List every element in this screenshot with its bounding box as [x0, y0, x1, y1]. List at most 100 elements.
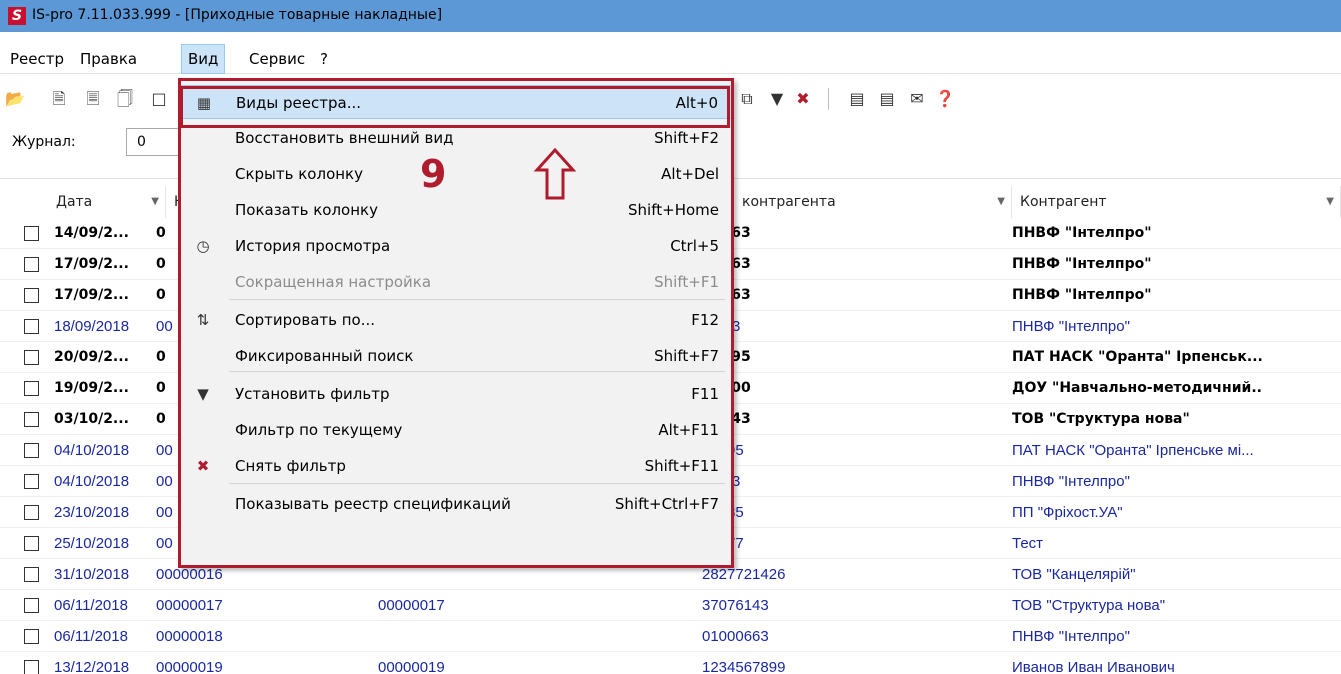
window-title: IS-pro 7.11.033.999 - [Приходные товарны…: [32, 7, 443, 23]
cell-contractor: Тест: [1012, 535, 1044, 552]
cell-date: 25/10/2018: [54, 535, 130, 552]
col-contractor[interactable]: Контрагент ▼: [1012, 186, 1341, 218]
cell-contractor-code: )0663: [696, 466, 1012, 497]
cell-contractor: ПНВФ "Інтелпро": [1012, 318, 1130, 335]
cell-date: 06/11/2018: [54, 628, 128, 645]
toolbar-separator: [828, 88, 829, 110]
mail-icon[interactable]: ✉: [906, 88, 928, 110]
row-checkbox[interactable]: [24, 350, 39, 365]
annotation-menu-frame: [178, 78, 734, 568]
doc-icon[interactable]: □: [148, 88, 170, 110]
journal-field[interactable]: 0: [126, 128, 186, 156]
cell-date: 03/10/2...: [54, 411, 129, 427]
row-checkbox[interactable]: [24, 598, 39, 613]
cell-contractor: ПП "Фріхост.УА": [1012, 504, 1123, 521]
row-checkbox[interactable]: [24, 257, 39, 272]
row-checkbox[interactable]: [24, 567, 39, 582]
chart-icon[interactable]: ▤: [846, 88, 868, 110]
menu-service[interactable]: Сервис: [243, 44, 311, 74]
row-checkbox[interactable]: [24, 381, 39, 396]
view-icon[interactable]: ⧉: [736, 88, 758, 110]
row-checkbox[interactable]: [24, 629, 39, 644]
cell-contractor-code: 00663: [696, 280, 1012, 311]
cell-contractor: ТОВ "Структура нова": [1012, 597, 1166, 614]
row-checkbox[interactable]: [24, 474, 39, 489]
cell-date: 31/10/2018: [54, 566, 130, 583]
edit-doc-icon[interactable]: 🗍: [114, 88, 136, 110]
copy-doc-icon[interactable]: 🗏: [82, 88, 104, 110]
cell-contractor: ДОУ "Навчально-методичний..: [1012, 380, 1262, 396]
cell-contractor-code: 00663: [696, 249, 1012, 280]
cell-number: 00000018: [156, 628, 223, 645]
menu-registry[interactable]: Реестр: [4, 44, 70, 74]
cell-contractor: ПАТ НАСК "Оранта" Ірпенськ...: [1012, 349, 1263, 365]
cell-date: 18/09/2018: [54, 318, 130, 335]
remove-filter-icon[interactable]: ✖: [792, 88, 814, 110]
menu-edit[interactable]: Правка: [74, 44, 143, 74]
col-date-label: Дата: [56, 194, 93, 210]
cell-contractor: ПАТ НАСК "Оранта" Ірпенське мі...: [1012, 442, 1254, 459]
cell-date: 04/10/2018: [54, 442, 130, 459]
cell-contractor: Иванов Иван Иванович: [1012, 659, 1175, 674]
cell-date: 19/09/2...: [54, 380, 129, 396]
cell-contractor: ПНВФ "Інтелпро": [1012, 473, 1130, 490]
cell-number: 00000017: [156, 597, 223, 614]
form-icon[interactable]: ▤: [876, 88, 898, 110]
cell-document: [372, 621, 692, 652]
cell-date: 17/09/2...: [54, 287, 129, 303]
cell-contractor: ПНВФ "Інтелпро": [1012, 256, 1152, 272]
col-contractor-code-label: контрагента: [742, 194, 836, 210]
cell-contractor-code: 53785: [696, 497, 1012, 528]
col-contractor-code[interactable]: контрагента ▼: [734, 186, 1012, 218]
cell-date: 13/12/2018: [54, 659, 130, 674]
row-checkbox[interactable]: [24, 288, 39, 303]
sort-arrow-icon: ▼: [997, 196, 1005, 207]
cell-contractor: ПНВФ "Інтелпро": [1012, 225, 1152, 241]
cell-date: 17/09/2...: [54, 256, 129, 272]
table-row[interactable]: 06/11/2018 00000018 01000663 ПНВФ "Інтелпро…: [0, 621, 1341, 652]
cell-contractor: ТОВ "Канцелярій": [1012, 566, 1136, 583]
row-checkbox[interactable]: [24, 443, 39, 458]
cell-contractor-code: 37076143: [702, 597, 769, 614]
cell-date: 14/09/2...: [54, 225, 129, 241]
cell-contractor: ТОВ "Структура нова": [1012, 411, 1190, 427]
row-checkbox[interactable]: [24, 505, 39, 520]
cell-contractor: ПНВФ "Інтелпро": [1012, 628, 1130, 645]
cell-contractor-code: 22277: [696, 528, 1012, 559]
filter-icon[interactable]: ▼: [766, 88, 788, 110]
cell-document: 00000017: [378, 597, 445, 614]
sort-arrow-icon: ▼: [1326, 196, 1334, 207]
cell-date: 20/09/2...: [54, 349, 129, 365]
title-bar: S IS-pro 7.11.033.999 - [Приходные товар…: [0, 0, 1341, 32]
open-folder-icon[interactable]: 📂: [4, 88, 26, 110]
menu-help[interactable]: ?: [314, 44, 334, 74]
annotation-step-number: 9: [420, 152, 447, 196]
row-checkbox[interactable]: [24, 319, 39, 334]
app-logo-icon: S: [8, 7, 26, 25]
journal-label: Журнал:: [12, 134, 76, 150]
col-date[interactable]: Дата ▼: [48, 186, 166, 218]
sort-arrow-icon: ▼: [151, 196, 159, 207]
table-row[interactable]: 06/11/2018 00000017 00000017 37076143 ТОВ "С…: [0, 590, 1341, 621]
cell-contractor-code: 00663: [696, 218, 1012, 249]
col-contractor-label: Контрагент: [1020, 194, 1107, 210]
cell-document: 00000019: [378, 659, 445, 674]
cell-contractor: ПНВФ "Інтелпро": [1012, 287, 1152, 303]
cell-contractor-code: 32995: [696, 435, 1012, 466]
cell-contractor-code: 1234567899: [702, 659, 786, 674]
cell-contractor-code: 2827721426: [702, 566, 786, 583]
cell-number: 00000019: [156, 659, 223, 674]
row-checkbox[interactable]: [24, 412, 39, 427]
menu-view[interactable]: Вид: [181, 44, 226, 74]
row-checkbox[interactable]: [24, 226, 39, 241]
table-row[interactable]: 13/12/2018 00000019 00000019 1234567899 Иван…: [0, 652, 1341, 674]
cell-contractor-code: 82995: [696, 342, 1012, 373]
new-doc-icon[interactable]: 🗎: [48, 88, 70, 110]
help-icon[interactable]: ❓: [934, 88, 956, 110]
row-checkbox[interactable]: [24, 536, 39, 551]
cell-contractor-code: 76143: [696, 404, 1012, 435]
cell-contractor-code: )0663: [696, 311, 1012, 342]
cell-contractor-code: 01000663: [702, 628, 769, 645]
cell-contractor-code: 82900: [696, 373, 1012, 404]
row-checkbox[interactable]: [24, 660, 39, 674]
